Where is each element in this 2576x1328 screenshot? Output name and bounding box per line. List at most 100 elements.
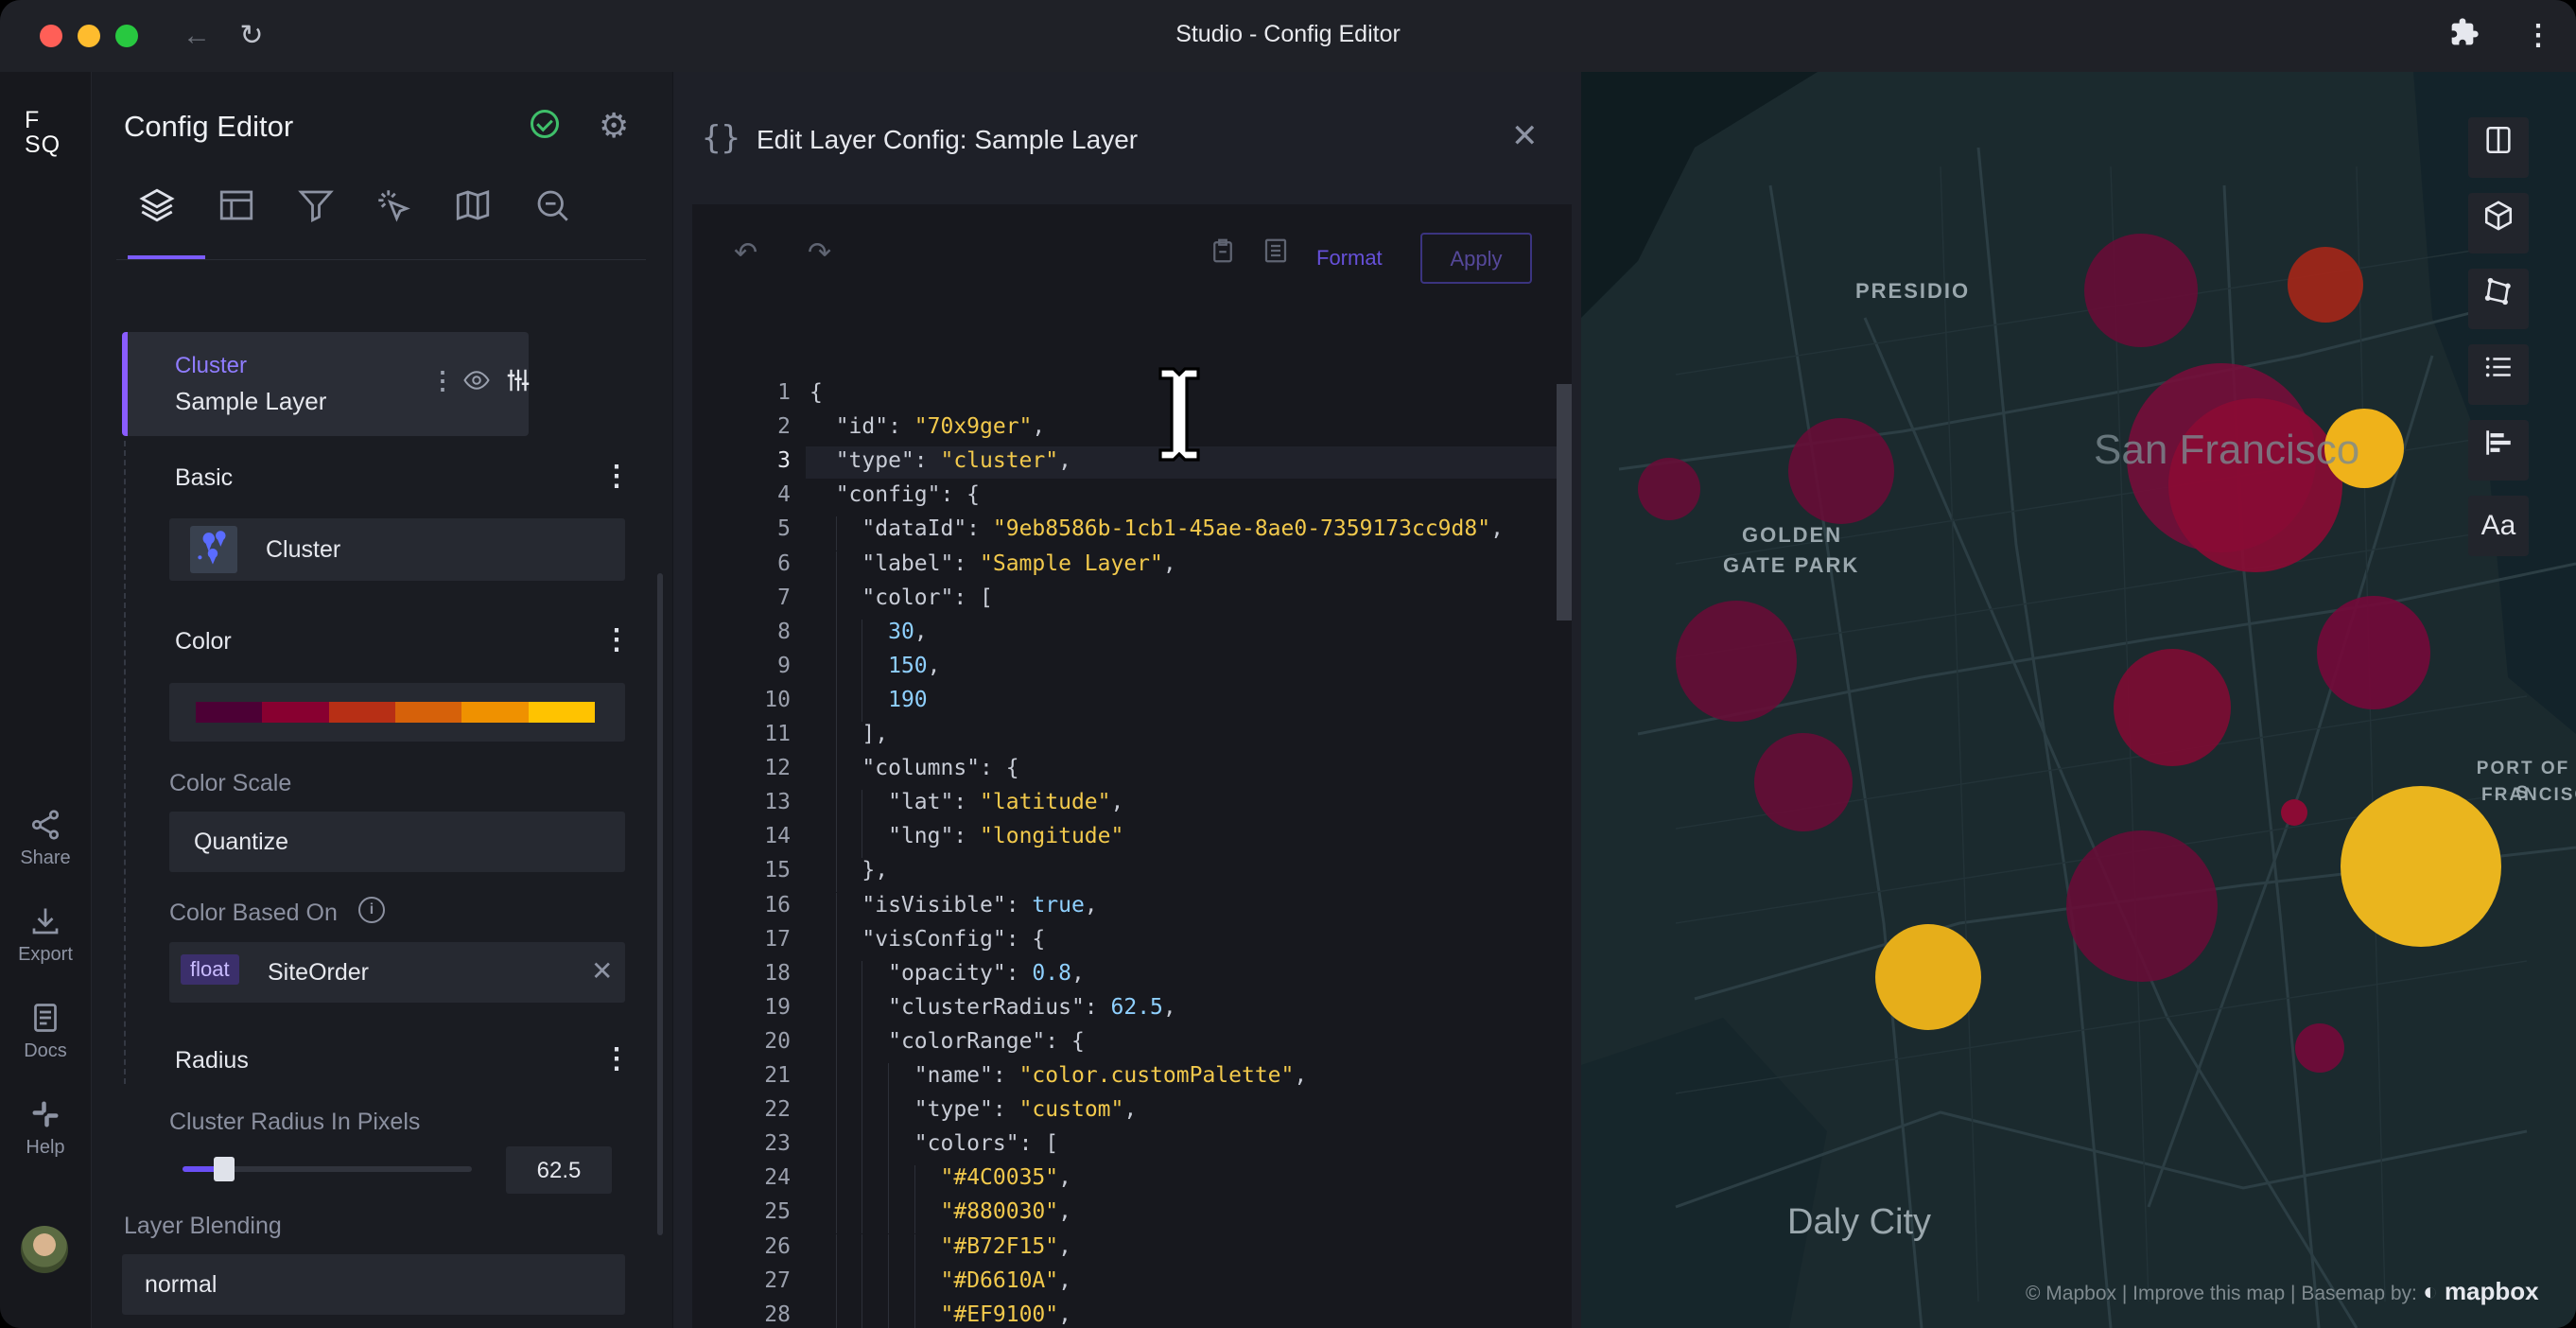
indent-guide <box>835 1199 837 1234</box>
info-icon[interactable]: i <box>358 897 385 923</box>
undo-icon[interactable]: ↶ <box>734 236 757 270</box>
config-editor-modal: {} Edit Layer Config: Sample Layer ✕ ↶ ↷… <box>673 72 1581 1328</box>
indent-guide <box>888 1267 890 1302</box>
layer-settings-scroll[interactable]: Cluster Sample Layer ⋮ Basic ⋮ Cluster C… <box>92 261 672 1328</box>
indent-guide <box>835 858 837 893</box>
legend-button[interactable] <box>2468 344 2529 405</box>
share-button[interactable]: Share <box>0 806 91 869</box>
close-icon[interactable]: ✕ <box>1511 117 1539 155</box>
document-icon[interactable] <box>1262 236 1290 272</box>
code-line: "#EF9100", <box>940 1302 1071 1327</box>
search-icon <box>537 190 568 221</box>
code-line: "#4C0035", <box>940 1165 1071 1191</box>
color-palette-select[interactable] <box>169 683 625 742</box>
code-line: "lat": "latitude", <box>888 790 1124 815</box>
code-line: "config": { <box>835 482 981 508</box>
indent-guide <box>914 1302 915 1328</box>
color-scale-select[interactable]: Quantize <box>169 812 625 872</box>
layer-type-select[interactable]: Cluster <box>169 518 625 581</box>
line-number: 14 <box>764 824 791 849</box>
line-number: 3 <box>777 448 791 474</box>
section-guide-line <box>124 441 126 1084</box>
radius-input[interactable]: 62.5 <box>506 1146 612 1194</box>
indent-guide <box>914 1165 915 1200</box>
more-menu-icon[interactable]: ⋮ <box>2519 17 2557 55</box>
line-number: 15 <box>764 858 791 883</box>
indent-guide <box>835 619 837 654</box>
split-map-button[interactable] <box>2468 117 2529 178</box>
map-label-golden-gate-1: GOLDEN <box>1742 523 1843 547</box>
indent-guide <box>835 1267 837 1302</box>
code-line: "colors": [ <box>914 1131 1059 1157</box>
layer-order-button[interactable] <box>2468 420 2529 481</box>
indent-guide <box>835 892 837 927</box>
app-logo[interactable]: F SQ <box>25 108 61 157</box>
radius-menu-icon[interactable]: ⋮ <box>602 1042 631 1075</box>
indent-guide <box>835 1097 837 1132</box>
tab-basemap[interactable] <box>453 185 508 240</box>
panel-scrollbar[interactable] <box>657 573 663 1235</box>
line-number: 20 <box>764 1028 791 1054</box>
cluster-icon <box>190 526 237 573</box>
code-line: "type": "cluster", <box>835 448 1071 474</box>
format-button[interactable]: Format <box>1316 246 1383 271</box>
indent-guide <box>835 926 837 961</box>
layer-blending-select[interactable]: normal <box>122 1254 625 1315</box>
code-line: "columns": { <box>862 756 1019 781</box>
apply-button[interactable]: Apply <box>1420 233 1532 284</box>
map-basemap <box>1581 72 2576 1328</box>
code-line: "name": "color.customPalette", <box>914 1063 1308 1088</box>
radius-slider-track[interactable] <box>183 1157 472 1181</box>
basic-menu-icon[interactable]: ⋮ <box>602 460 631 493</box>
docs-button[interactable]: Docs <box>0 999 91 1062</box>
line-number: 5 <box>777 516 791 542</box>
tab-layers[interactable] <box>137 185 192 240</box>
line-number: 12 <box>764 756 791 781</box>
color-menu-icon[interactable]: ⋮ <box>602 623 631 656</box>
indent-guide <box>835 756 837 791</box>
avatar[interactable] <box>21 1226 68 1273</box>
code-editor[interactable]: ↶ ↷ Format Apply 1 {2 "id": "70x9ger", 3 "ty… <box>692 204 1572 1328</box>
tab-filter[interactable] <box>296 185 351 240</box>
color-field-select[interactable]: float SiteOrder ✕ <box>169 942 625 1003</box>
copy-icon[interactable] <box>1209 236 1237 272</box>
mapbox-logo[interactable]: ◐ mapbox <box>2423 1277 2539 1306</box>
indent-guide <box>914 1233 915 1268</box>
indent-guide <box>888 1199 890 1234</box>
export-button[interactable]: Export <box>0 902 91 966</box>
map-label-presidio: PRESIDIO <box>1855 279 1971 303</box>
line-number: 2 <box>777 414 791 440</box>
extensions-icon[interactable] <box>2445 17 2483 55</box>
panel-tabs <box>116 178 646 260</box>
layer-card[interactable]: Cluster Sample Layer ⋮ <box>122 332 532 436</box>
tab-table[interactable] <box>217 185 271 240</box>
code-lines[interactable]: 1 {2 "id": "70x9ger", 3 "type": "cluster", 4 "… <box>692 378 1558 1328</box>
radius-slider-handle[interactable] <box>213 1157 235 1181</box>
eye-icon[interactable] <box>462 366 491 401</box>
indent-guide <box>888 1165 890 1200</box>
help-button[interactable]: Help <box>0 1095 91 1159</box>
draw-button[interactable] <box>2468 269 2529 329</box>
code-line: "color": [ <box>862 585 993 610</box>
indent-guide <box>835 994 837 1029</box>
line-number: 25 <box>764 1199 791 1225</box>
settings-sliders-icon[interactable] <box>504 366 532 401</box>
line-number: 28 <box>764 1302 791 1327</box>
code-line: "clusterRadius": 62.5, <box>888 994 1176 1020</box>
redo-icon[interactable]: ↷ <box>808 236 831 270</box>
code-vertical-scrollbar[interactable] <box>1557 384 1572 620</box>
drag-handle-icon[interactable]: ⋮ <box>430 366 455 395</box>
active-tab-indicator <box>128 255 205 259</box>
cluster-radius-label: Cluster Radius In Pixels <box>169 1109 421 1135</box>
3d-view-button[interactable] <box>2468 193 2529 253</box>
map-view[interactable]: PRESIDIO GOLDEN GATE PARK San Francisco … <box>1581 72 2576 1328</box>
app-window: ← ↻ Studio - Config Editor ⋮ F SQ Share … <box>0 0 2576 1328</box>
map-attribution[interactable]: © Mapbox | Improve this map | Basemap by… <box>2026 1283 2417 1305</box>
text-label-button[interactable]: Aa <box>2468 496 2529 556</box>
indent-guide <box>835 1165 837 1200</box>
tab-interaction[interactable] <box>374 185 428 240</box>
remove-field-icon[interactable]: ✕ <box>591 955 613 987</box>
gear-icon[interactable]: ⚙ <box>599 106 629 146</box>
tab-search[interactable] <box>532 185 587 240</box>
code-line: "#B72F15", <box>940 1233 1071 1259</box>
